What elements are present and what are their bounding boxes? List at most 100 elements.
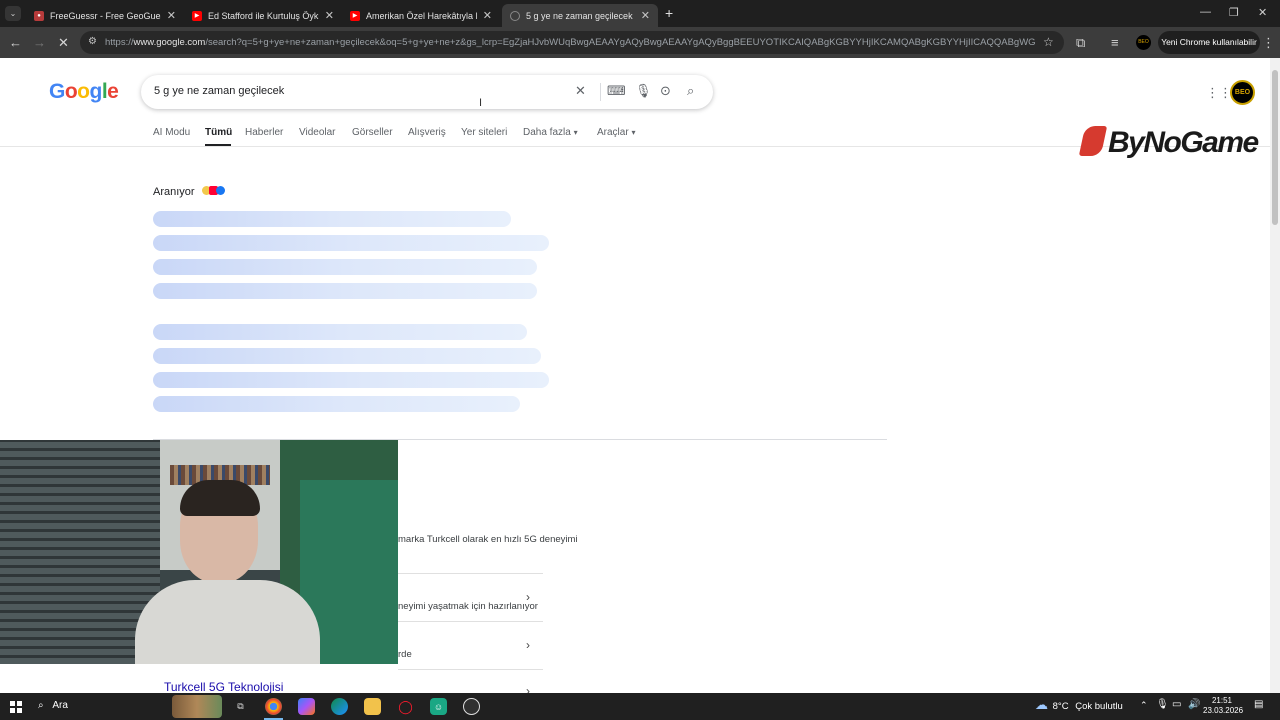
- loading-label: Aranıyor: [153, 186, 225, 198]
- webcam-overlay: [0, 440, 398, 664]
- discord-style-icon[interactable]: ☺: [430, 698, 447, 715]
- page-scrollbar[interactable]: [1270, 58, 1280, 693]
- tab-ed-stafford[interactable]: ▶ Ed Stafford ile Kurtuluş Öyküleri ✕: [184, 4, 342, 27]
- google-logo[interactable]: Google: [49, 80, 119, 104]
- logo-letter: G: [49, 80, 65, 103]
- browser-toolbar: ← → ✕ ⚙ https://www.google.com/search?q=…: [0, 27, 1280, 58]
- loading-skeleton: [153, 259, 537, 275]
- menu-kebab-icon[interactable]: ⋮: [1262, 34, 1275, 51]
- stop-icon[interactable]: ✕: [58, 34, 69, 51]
- youtube-icon: ▶: [192, 10, 202, 21]
- tab-more-label: Daha fazla: [523, 127, 571, 138]
- tab-tools[interactable]: Araçlar ▾: [597, 127, 635, 138]
- address-bar[interactable]: ⚙ https://www.google.com/search?q=5+g+ye…: [80, 31, 1064, 54]
- taskbar-search[interactable]: ⌕ Ara: [38, 700, 68, 711]
- weather-widget[interactable]: ☁ 8°C Çok bulutlu: [1035, 697, 1123, 713]
- clock-date: 23.03.2026: [1203, 706, 1244, 715]
- bynogame-logo: ByNoGame: [1078, 126, 1259, 160]
- bookmark-star-icon[interactable]: ☆: [1043, 35, 1054, 49]
- opera-icon[interactable]: ◯: [397, 698, 414, 715]
- tab-freeguessr[interactable]: ● FreeGuessr - Free GeoGuessr Al ✕: [26, 4, 184, 27]
- loading-skeleton: [153, 324, 527, 340]
- result-snippet: marka Turkcell olarak en hızlı 5G deneyi…: [398, 534, 578, 545]
- row-divider: [398, 621, 543, 622]
- minimize-icon[interactable]: —: [1200, 6, 1211, 18]
- forward-icon[interactable]: →: [33, 34, 46, 51]
- tab-amerikan[interactable]: ▶ Amerikan Özel Harekâtıyla Ev B ✕: [342, 4, 500, 27]
- text-cursor-icon: I: [479, 97, 483, 109]
- location-pin-icon: ●: [34, 10, 44, 21]
- bynogame-text: ByNoGame: [1108, 126, 1259, 159]
- window-close-icon[interactable]: ✕: [1258, 6, 1267, 19]
- chevron-down-icon: ▾: [631, 128, 636, 137]
- row-divider: [398, 669, 543, 670]
- edge-icon[interactable]: [331, 698, 348, 715]
- microphone-icon[interactable]: 🎙: [635, 83, 652, 99]
- result-snippet[interactable]: neyimi yaşatmak için hazırlanıyor: [398, 601, 538, 612]
- loading-text: Aranıyor: [153, 186, 195, 198]
- account-avatar[interactable]: BEO: [1230, 80, 1255, 105]
- windows-start-icon[interactable]: [10, 701, 22, 713]
- chevron-down-icon: ▾: [573, 128, 578, 137]
- tray-chevron-icon[interactable]: ⌃: [1140, 700, 1148, 711]
- restore-icon[interactable]: ❐: [1229, 6, 1239, 19]
- tab-search-dropdown[interactable]: ⌄: [5, 6, 21, 21]
- tab-strip: ⌄ ● FreeGuessr - Free GeoGuessr Al ✕ ▶ E…: [0, 0, 1280, 27]
- site-settings-icon[interactable]: ⚙: [88, 36, 97, 47]
- result-snippet[interactable]: rde: [398, 649, 412, 660]
- facebook-icon: [215, 186, 225, 196]
- scrollbar-thumb[interactable]: [1272, 70, 1278, 225]
- chevron-right-icon[interactable]: ›: [526, 638, 530, 652]
- tab-title: Ed Stafford ile Kurtuluş Öyküleri: [208, 10, 319, 21]
- file-explorer-icon[interactable]: [364, 698, 381, 715]
- search-icon[interactable]: ⌕: [687, 83, 694, 99]
- clock-time: 21:51: [1211, 696, 1233, 705]
- tab-news[interactable]: Haberler: [245, 127, 283, 138]
- close-icon[interactable]: ✕: [167, 9, 176, 22]
- notification-icon[interactable]: ▤: [1254, 699, 1263, 710]
- tab-google-search[interactable]: 5 g ye ne zaman geçilecek - Go ✕: [502, 4, 658, 27]
- tab-shopping[interactable]: Alışveriş: [408, 127, 446, 138]
- extensions-icon[interactable]: ⧉: [1076, 34, 1085, 51]
- result-title-link[interactable]: Turkcell 5G Teknolojisi: [164, 680, 283, 693]
- taskbar-search-label: Ara: [52, 700, 68, 711]
- volume-icon[interactable]: 🔊: [1188, 699, 1200, 710]
- clear-icon[interactable]: ✕: [575, 83, 586, 99]
- tab-images[interactable]: Görseller: [352, 127, 393, 138]
- chevron-right-icon[interactable]: ›: [526, 590, 530, 604]
- tab-videos[interactable]: Videolar: [299, 127, 336, 138]
- obs-icon[interactable]: [463, 698, 480, 715]
- back-icon[interactable]: ←: [9, 34, 22, 51]
- network-icon[interactable]: ▭: [1172, 699, 1181, 710]
- youtube-icon: ▶: [350, 10, 360, 21]
- close-icon[interactable]: ✕: [483, 9, 492, 22]
- chrome-icon[interactable]: [265, 698, 282, 715]
- address-url: https://www.google.com/search?q=5+g+ye+n…: [105, 37, 1035, 48]
- microphone-icon[interactable]: 🎙: [1156, 699, 1169, 710]
- lens-camera-icon[interactable]: ⊙: [660, 83, 671, 99]
- tab-title: Amerikan Özel Harekâtıyla Ev B: [366, 10, 477, 21]
- search-query[interactable]: 5 g ye ne zaman geçilecek: [154, 85, 284, 97]
- copilot-icon[interactable]: [298, 698, 315, 715]
- media-queue-icon[interactable]: ≡: [1111, 34, 1119, 51]
- loading-skeleton: [153, 396, 520, 412]
- clock[interactable]: 21:51 23.03.2026: [1203, 696, 1244, 716]
- task-view-icon[interactable]: ⧉: [232, 698, 249, 715]
- new-chrome-available-button[interactable]: Yeni Chrome kullanılabilir: [1158, 31, 1260, 54]
- tab-places[interactable]: Yer siteleri: [461, 127, 507, 138]
- chevron-right-icon[interactable]: ›: [526, 684, 530, 693]
- apps-grid-icon[interactable]: ⋮⋮: [1206, 85, 1232, 101]
- close-icon[interactable]: ✕: [641, 9, 650, 22]
- nav-divider: [0, 146, 1270, 147]
- search-box[interactable]: 5 g ye ne zaman geçilecek ✕ ⌨ 🎙 ⊙ ⌕: [141, 75, 713, 109]
- tab-more[interactable]: Daha fazla ▾: [523, 127, 578, 138]
- tab-ai-mode[interactable]: AI Modu: [153, 127, 190, 138]
- loading-icon: [510, 10, 520, 21]
- tab-all[interactable]: Tümü: [205, 127, 232, 138]
- weather-text: Çok bulutlu: [1075, 701, 1123, 712]
- keyboard-icon[interactable]: ⌨: [607, 83, 626, 99]
- close-icon[interactable]: ✕: [325, 9, 334, 22]
- search-icon: ⌕: [38, 700, 44, 711]
- new-tab-button[interactable]: +: [665, 5, 673, 21]
- profile-icon[interactable]: BEO: [1136, 35, 1151, 50]
